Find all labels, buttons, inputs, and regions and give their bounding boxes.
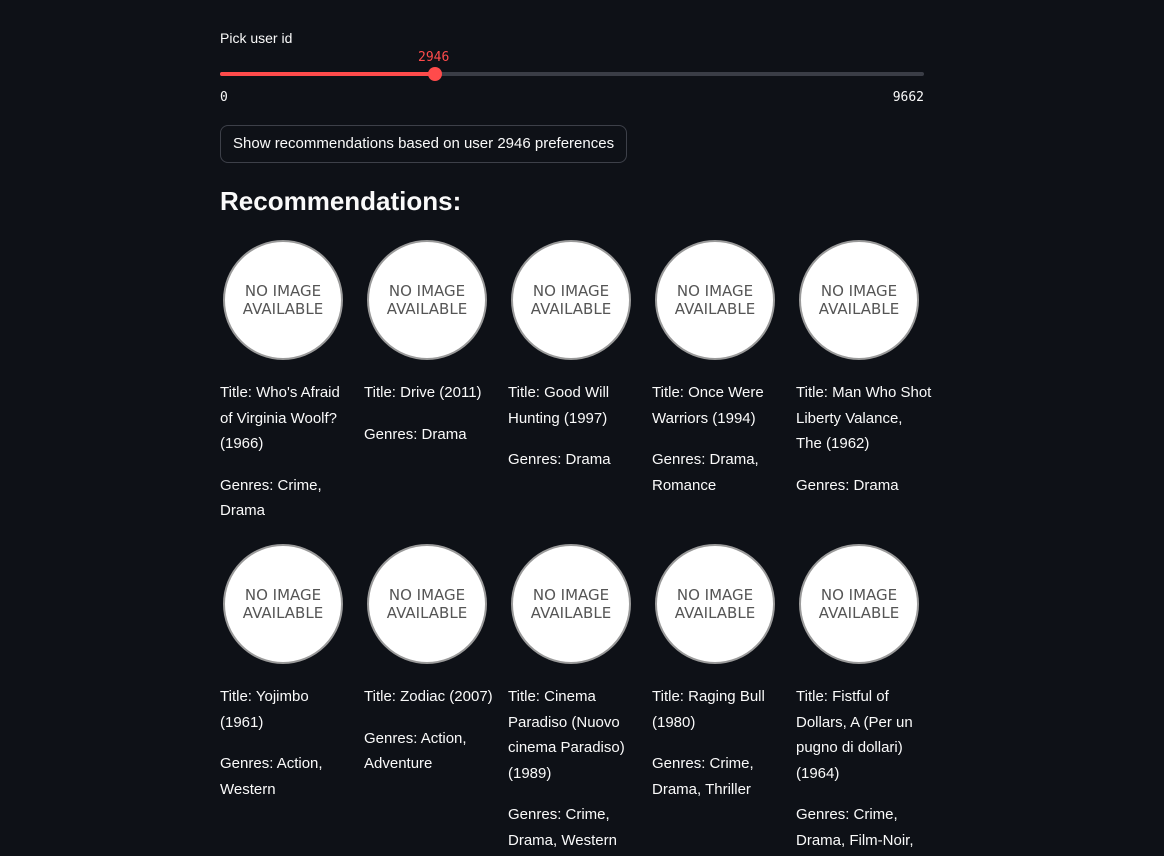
user-id-slider[interactable] <box>220 67 924 81</box>
no-image-placeholder: NO IMAGE AVAILABLE <box>655 544 775 664</box>
no-image-placeholder: NO IMAGE AVAILABLE <box>367 544 487 664</box>
movie-title: Title: Zodiac (2007) <box>364 688 493 705</box>
movie-genres: Genres: Crime, Drama, Film-Noir, <box>796 806 914 849</box>
movie-card: NO IMAGE AVAILABLE Title: Drive (2011) G… <box>364 240 500 447</box>
movie-card: NO IMAGE AVAILABLE Title: Who's Afraid o… <box>220 240 356 524</box>
no-image-placeholder: NO IMAGE AVAILABLE <box>511 544 631 664</box>
movie-title: Title: Who's Afraid of Virginia Woolf? (… <box>220 384 340 452</box>
movie-title: Title: Cinema Paradiso (Nuovo cinema Par… <box>508 688 625 782</box>
slider-thumb[interactable] <box>427 67 442 81</box>
movie-title: Title: Drive (2011) <box>364 384 482 401</box>
no-image-placeholder: NO IMAGE AVAILABLE <box>799 240 919 360</box>
movie-genres: Genres: Crime, Drama, Western <box>508 806 617 849</box>
movie-title: Title: Man Who Shot Liberty Valance, The… <box>796 384 932 452</box>
no-image-placeholder: NO IMAGE AVAILABLE <box>511 240 631 360</box>
movie-title: Title: Good Will Hunting (1997) <box>508 384 610 427</box>
slider-max-label: 9662 <box>892 90 924 105</box>
slider-current-value: 2946 <box>418 50 450 65</box>
slider-min-label: 0 <box>220 90 228 105</box>
no-image-placeholder: NO IMAGE AVAILABLE <box>223 240 343 360</box>
movie-genres: Genres: Drama <box>364 425 467 443</box>
movie-card: NO IMAGE AVAILABLE Title: Fistful of Dol… <box>796 544 932 853</box>
movie-genres: Genres: Drama, Romance <box>652 451 759 494</box>
movie-card: NO IMAGE AVAILABLE Title: Good Will Hunt… <box>508 240 644 473</box>
movie-card: NO IMAGE AVAILABLE Title: Zodiac (2007) … <box>364 544 500 777</box>
no-image-placeholder: NO IMAGE AVAILABLE <box>655 240 775 360</box>
movie-title: Title: Yojimbo (1961) <box>220 688 309 731</box>
movie-genres: Genres: Crime, Drama, Thriller <box>652 755 754 798</box>
movie-card: NO IMAGE AVAILABLE Title: Cinema Paradis… <box>508 544 644 853</box>
movie-genres: Genres: Drama <box>796 476 899 494</box>
no-image-placeholder: NO IMAGE AVAILABLE <box>223 544 343 664</box>
movie-genres: Genres: Crime, Drama <box>220 476 322 520</box>
movie-card: NO IMAGE AVAILABLE Title: Raging Bull (1… <box>652 544 788 802</box>
movie-title: Title: Raging Bull (1980) <box>652 688 765 731</box>
movie-genres: Genres: Action, Western <box>220 755 323 798</box>
movie-card: NO IMAGE AVAILABLE Title: Man Who Shot L… <box>796 240 932 498</box>
no-image-placeholder: NO IMAGE AVAILABLE <box>799 544 919 664</box>
movie-genres: Genres: Action, Adventure <box>364 729 467 773</box>
recommendations-heading: Recommendations: <box>220 186 462 216</box>
movie-genres: Genres: Drama <box>508 451 611 468</box>
slider-fill <box>220 72 435 76</box>
movie-card: NO IMAGE AVAILABLE Title: Yojimbo (1961)… <box>220 544 356 802</box>
no-image-placeholder: NO IMAGE AVAILABLE <box>367 240 487 360</box>
slider-label: Pick user id <box>220 30 293 46</box>
show-recommendations-button[interactable]: Show recommendations based on user 2946 … <box>220 125 628 163</box>
movie-title: Title: Fistful of Dollars, A (Per un pug… <box>796 688 913 782</box>
movie-card: NO IMAGE AVAILABLE Title: Once Were Warr… <box>652 240 788 498</box>
movie-title: Title: Once Were Warriors (1994) <box>652 384 764 427</box>
